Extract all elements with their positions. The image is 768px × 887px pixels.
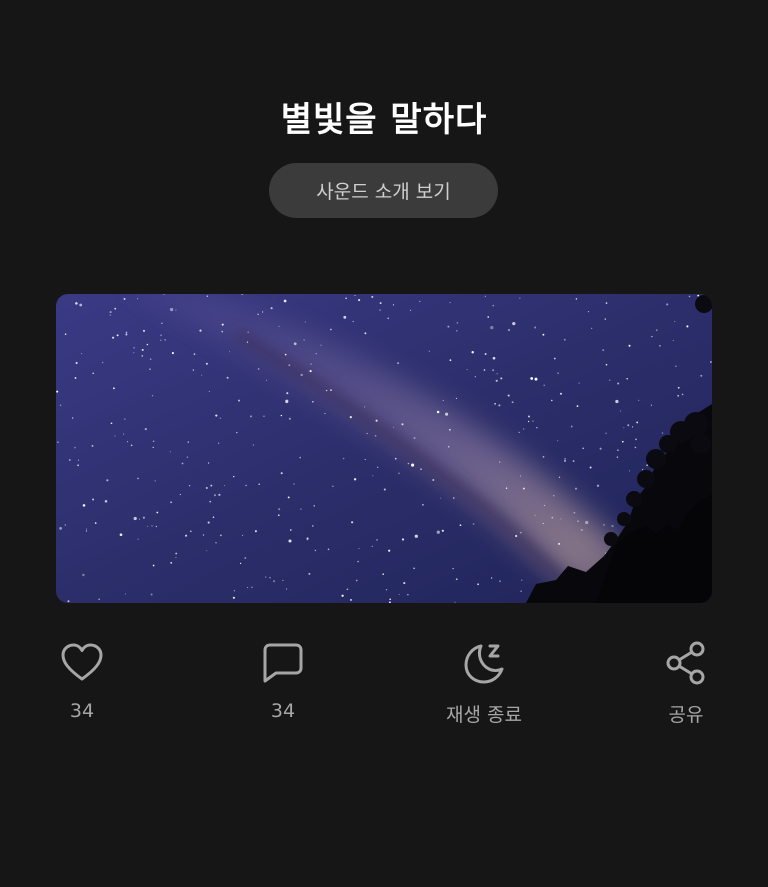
sound-intro-button[interactable]: 사운드 소개 보기 (269, 163, 498, 218)
heart-icon (59, 640, 105, 686)
like-count: 34 (69, 700, 95, 722)
comment-button[interactable]: 34 (213, 640, 353, 722)
like-button[interactable]: 34 (12, 640, 152, 722)
page-title: 별빛을 말하다 (280, 100, 488, 140)
sleep-timer-button[interactable]: 재생 종료 (414, 640, 554, 727)
sleep-timer-label: 재생 종료 (446, 704, 522, 726)
share-button[interactable]: 공유 (616, 640, 756, 727)
comment-icon (260, 640, 306, 686)
share-label: 공유 (668, 704, 704, 726)
milky-way-image (56, 294, 712, 603)
action-bar: 34 34 재생 종료 공유 (0, 640, 768, 740)
share-icon (663, 640, 709, 686)
hero-image (56, 294, 712, 603)
comment-count: 34 (270, 700, 296, 722)
moon-sleep-icon (461, 640, 507, 686)
